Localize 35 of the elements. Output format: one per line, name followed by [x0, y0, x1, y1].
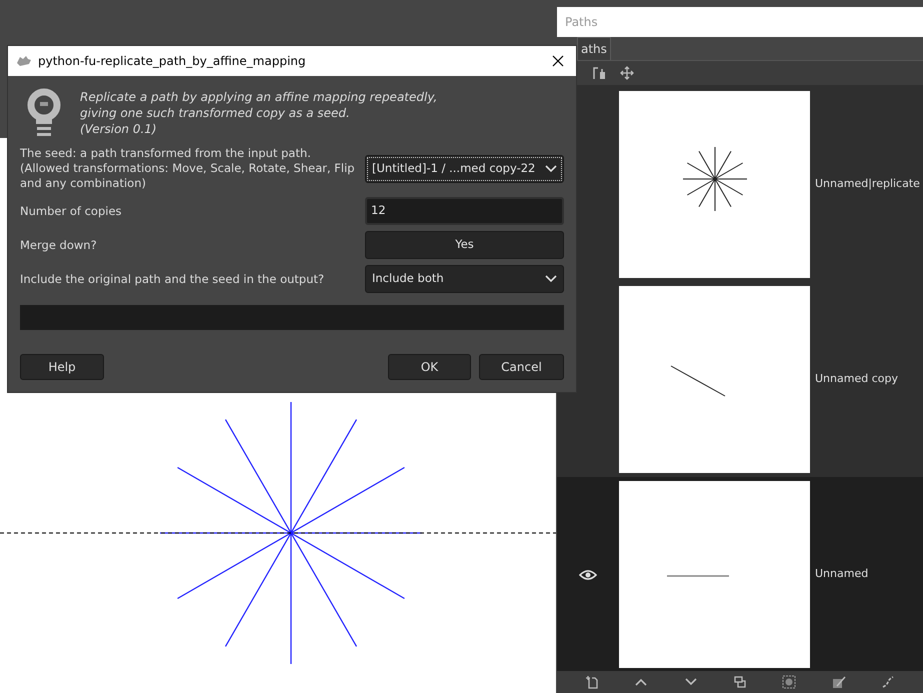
cancel-button[interactable]: Cancel — [479, 354, 564, 380]
window-title: Paths — [557, 7, 923, 37]
window-title: python-fu-replicate_path_by_affine_mapping — [38, 53, 306, 70]
line-path-drawing — [670, 366, 726, 396]
path-row[interactable]: Unnamed — [557, 477, 923, 672]
duplicate-icon[interactable] — [732, 675, 747, 689]
chevron-down-icon — [545, 164, 557, 172]
eye-icon[interactable] — [579, 568, 597, 580]
move-icon[interactable] — [620, 66, 634, 80]
field-label: Number of copies — [20, 204, 122, 218]
line-path-drawing — [667, 575, 729, 577]
path-name: Unnamed — [815, 566, 868, 582]
chevron-down-icon — [545, 275, 557, 283]
dropdown[interactable]: Include both — [365, 265, 564, 293]
field-label: Merge down? — [20, 238, 97, 252]
field-label: Include the original path and the seed in the output? — [20, 272, 324, 286]
description-text: Replicate a path by applying an affine mapping repeatedly, giving one such transformed copy as a seed. (Version 0.1) — [80, 89, 438, 138]
toggle-button[interactable]: Yes — [365, 231, 564, 259]
star-path-drawing — [682, 146, 748, 212]
fill-path-icon[interactable] — [832, 675, 846, 689]
help-button[interactable]: Help — [20, 354, 104, 380]
app-icon — [16, 55, 32, 67]
selection-icon[interactable] — [782, 675, 796, 689]
dropdown[interactable]: [Untitled]-1 / ...med copy-22 — [365, 154, 564, 182]
path-name: Unnamed copy — [815, 371, 898, 388]
stroke-path-icon[interactable] — [881, 675, 896, 689]
tab[interactable]: aths — [577, 37, 611, 60]
new-path-icon[interactable] — [584, 675, 599, 689]
close-icon[interactable] — [552, 55, 564, 67]
field-label: The seed: a path transformed from the input path. (Allowed transformations: Move, Scale, Rotate, Shear, Flip and any combination) — [20, 146, 355, 191]
lock-path-icon[interactable] — [592, 66, 606, 80]
ok-button[interactable]: OK — [388, 354, 471, 380]
number-field[interactable]: 12 — [365, 197, 564, 225]
lightbulb-icon — [26, 88, 62, 138]
path-name: Unnamed|replicate — [815, 176, 920, 192]
